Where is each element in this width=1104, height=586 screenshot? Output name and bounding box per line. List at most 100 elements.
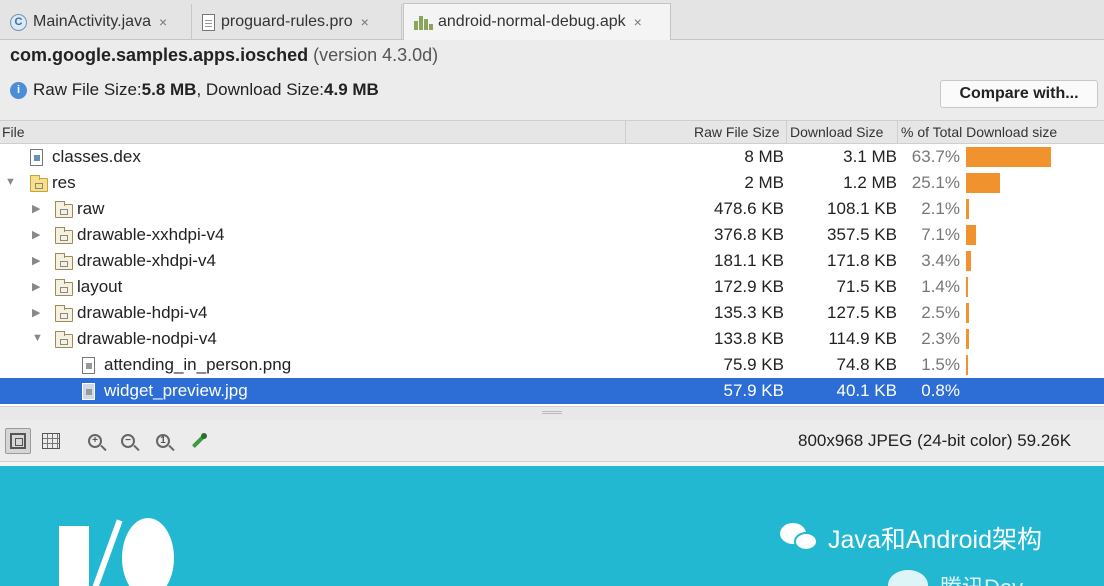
percent-cell: 2.5% <box>921 303 960 322</box>
table-row[interactable]: widget_preview.jpg 57.9 KB 40.1 KB 0.8% <box>0 378 1104 404</box>
collapse-arrow-icon[interactable]: ▼ <box>5 176 16 188</box>
percent-cell: 63.7% <box>911 147 960 166</box>
table-row[interactable]: ▶ drawable-xhdpi-v4 181.1 KB 171.8 KB 3.4% <box>0 248 1104 274</box>
folder-icon <box>55 305 73 322</box>
raw-size-label: Raw File Size: <box>33 80 142 99</box>
zoom-out-icon[interactable]: − <box>115 428 141 454</box>
grid-icon[interactable] <box>38 428 64 454</box>
expand-arrow-icon[interactable]: ▶ <box>32 254 40 267</box>
column-header-raw-size[interactable]: Raw File Size <box>694 124 780 140</box>
table-row[interactable]: ▶ raw 478.6 KB 108.1 KB 2.1% <box>0 196 1104 222</box>
actual-size-icon[interactable]: 1 <box>150 428 176 454</box>
raw-size-cell: 8 MB <box>744 147 784 166</box>
percent-cell: 7.1% <box>921 225 960 244</box>
raw-size-cell: 75.9 KB <box>723 355 785 374</box>
io-logo-bar <box>59 526 89 586</box>
file-name: drawable-hdpi-v4 <box>77 303 208 322</box>
preview-toolbar: + − 1 800x968 JPEG (24-bit color) 59.26K <box>0 420 1104 462</box>
download-size-cell: 114.9 KB <box>828 329 897 348</box>
close-icon[interactable]: × <box>159 14 167 30</box>
percent-cell: 0.8% <box>921 381 960 400</box>
zoom-in-icon[interactable]: + <box>82 428 108 454</box>
percent-bar <box>966 277 968 297</box>
watermark-partial-text: 腾讯Dev... <box>940 570 1040 586</box>
percent-cell: 3.4% <box>921 251 960 270</box>
raw-size-cell: 133.8 KB <box>714 329 784 348</box>
close-icon[interactable]: × <box>361 14 369 30</box>
file-name: classes.dex <box>52 147 141 166</box>
folder-icon <box>55 201 73 218</box>
io-logo-circle <box>122 518 174 586</box>
table-row[interactable]: ▼ res 2 MB 1.2 MB 25.1% <box>0 170 1104 196</box>
tab-proguard-rules[interactable]: proguard-rules.pro × <box>192 4 402 40</box>
table-row[interactable]: ▶ layout 172.9 KB 71.5 KB 1.4% <box>0 274 1104 300</box>
package-id: com.google.samples.apps.iosched <box>10 45 309 65</box>
splitter-grip[interactable] <box>542 411 562 414</box>
download-size-cell: 171.8 KB <box>827 251 897 270</box>
raw-size-cell: 376.8 KB <box>714 225 784 244</box>
expand-arrow-icon[interactable]: ▶ <box>32 280 40 293</box>
raw-size-cell: 181.1 KB <box>714 251 784 270</box>
percent-cell: 25.1% <box>911 173 960 192</box>
tab-label: android-normal-debug.apk <box>438 13 626 30</box>
download-size-cell: 3.1 MB <box>843 147 897 166</box>
panel-splitter[interactable] <box>0 406 1104 420</box>
file-tree-table: classes.dex 8 MB 3.1 MB 63.7% ▼ res 2 MB 1.2 MB… <box>0 144 1104 406</box>
close-icon[interactable]: × <box>634 14 642 30</box>
apk-summary-header: com.google.samples.apps.iosched (version… <box>0 40 1104 120</box>
percent-bar <box>966 329 969 349</box>
percent-cell: 2.3% <box>921 329 960 348</box>
apk-icon <box>414 14 433 30</box>
expand-arrow-icon[interactable]: ▶ <box>32 306 40 319</box>
percent-cell: 1.4% <box>921 277 960 296</box>
raw-size-cell: 57.9 KB <box>723 381 785 400</box>
column-header-file[interactable]: File <box>2 124 25 140</box>
tab-main-activity[interactable]: C MainActivity.java × <box>0 4 192 40</box>
download-size-cell: 40.1 KB <box>836 381 898 400</box>
table-row[interactable]: ▶ drawable-hdpi-v4 135.3 KB 127.5 KB 2.5% <box>0 300 1104 326</box>
table-row[interactable]: classes.dex 8 MB 3.1 MB 63.7% <box>0 144 1104 170</box>
folder-icon <box>55 279 73 296</box>
download-size-value: 4.9 MB <box>324 80 379 99</box>
expand-arrow-icon[interactable]: ▶ <box>32 228 40 241</box>
download-size-cell: 74.8 KB <box>836 355 898 374</box>
package-name: com.google.samples.apps.iosched (version… <box>10 45 438 66</box>
raw-size-value: 5.8 MB <box>141 80 197 99</box>
package-version: (version 4.3.0d) <box>313 45 439 65</box>
percent-bar <box>966 225 976 245</box>
table-row[interactable]: attending_in_person.png 75.9 KB 74.8 KB 1.5… <box>0 352 1104 378</box>
download-size-cell: 71.5 KB <box>836 277 898 296</box>
table-row[interactable]: ▶ drawable-xxhdpi-v4 376.8 KB 357.5 KB 7.1% <box>0 222 1104 248</box>
percent-bar <box>966 303 969 323</box>
collapse-arrow-icon[interactable]: ▼ <box>32 332 43 344</box>
tab-apk[interactable]: android-normal-debug.apk × <box>403 3 671 40</box>
image-canvas: Java和Android架构 腾讯Dev... <box>0 466 1104 586</box>
file-name: res <box>52 173 76 192</box>
tab-label: proguard-rules.pro <box>221 13 353 30</box>
table-header: File Raw File Size Download Size % of To… <box>0 120 1104 144</box>
fit-icon[interactable] <box>5 428 31 454</box>
column-header-percent[interactable]: % of Total Download size <box>901 124 1057 140</box>
column-header-download-size[interactable]: Download Size <box>790 124 883 140</box>
io-logo-slash <box>89 519 123 586</box>
wechat-icon <box>888 570 928 586</box>
percent-bar <box>966 199 969 219</box>
table-row[interactable]: ▼ drawable-nodpi-v4 133.8 KB 114.9 KB 2.3% <box>0 326 1104 352</box>
file-name: widget_preview.jpg <box>104 381 248 400</box>
raw-size-cell: 478.6 KB <box>714 199 784 218</box>
compare-with-button[interactable]: Compare with... <box>940 80 1098 108</box>
editor-tab-bar: C MainActivity.java × proguard-rules.pro… <box>0 0 1104 40</box>
expand-arrow-icon[interactable]: ▶ <box>32 202 40 215</box>
watermark: Java和Android架构 <box>780 520 1042 556</box>
percent-cell: 2.1% <box>921 199 960 218</box>
raw-size-cell: 135.3 KB <box>714 303 784 322</box>
color-picker-icon[interactable] <box>186 428 212 454</box>
download-size-cell: 127.5 KB <box>827 303 897 322</box>
download-size-cell: 357.5 KB <box>827 225 897 244</box>
wechat-icon <box>780 523 820 553</box>
java-class-icon: C <box>10 13 27 31</box>
file-name: drawable-xxhdpi-v4 <box>77 225 225 244</box>
image-preview-panel: Java和Android架构 腾讯Dev... <box>0 462 1104 586</box>
file-name: attending_in_person.png <box>104 355 292 374</box>
watermark-text: Java和Android架构 <box>828 526 1042 554</box>
